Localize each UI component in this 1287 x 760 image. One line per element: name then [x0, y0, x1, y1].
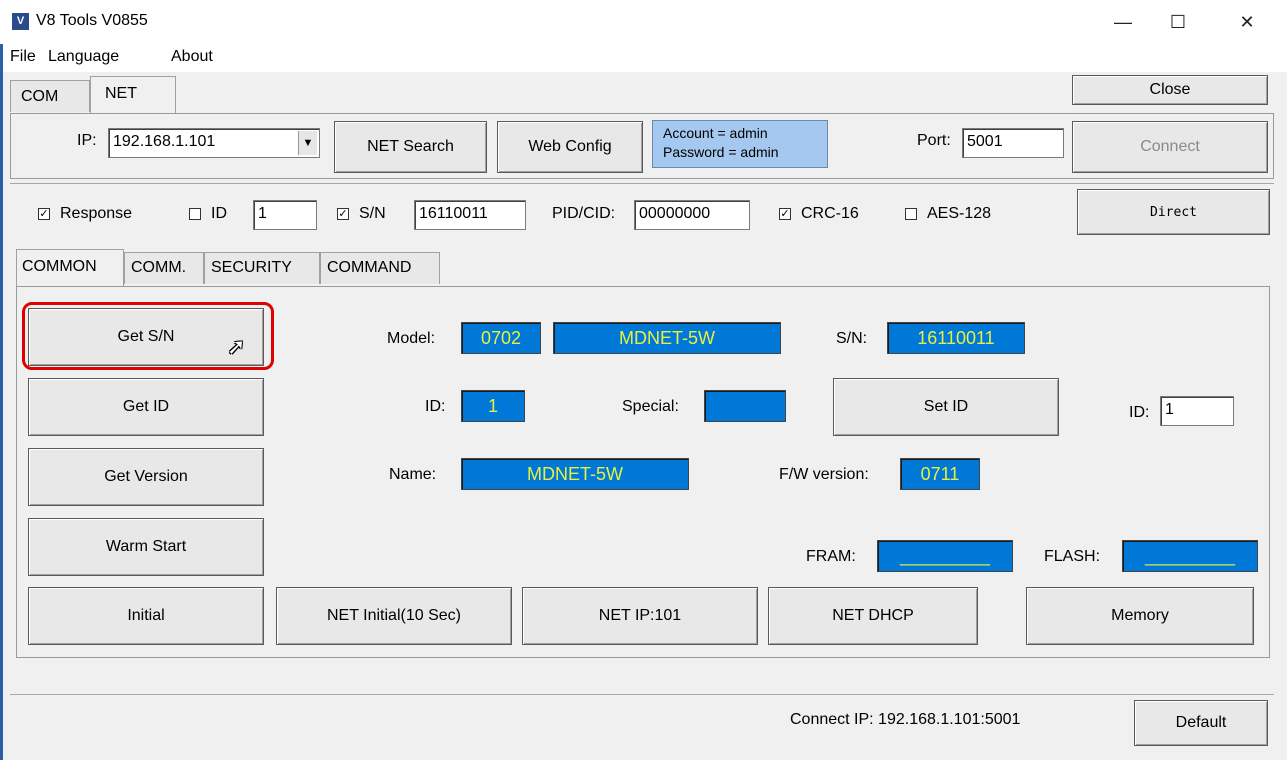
special-value	[704, 390, 786, 422]
menu-language[interactable]: Language	[48, 48, 119, 66]
set-id-button[interactable]: Set ID	[833, 378, 1059, 436]
sn-option-label: S/N	[359, 205, 386, 222]
separator	[10, 183, 1274, 184]
chevron-down-icon[interactable]: ▼	[298, 131, 317, 155]
account-info-box: Account = admin Password = admin	[652, 120, 828, 168]
connect-button[interactable]: Connect	[1072, 121, 1268, 173]
ip-value: 192.168.1.101	[113, 133, 216, 150]
tab-common-label: COMMON	[22, 258, 97, 275]
tab-com-label: COM	[21, 88, 59, 105]
initial-button[interactable]: Initial	[28, 587, 264, 645]
close-window-button[interactable]: ✕	[1224, 6, 1270, 38]
menu-about[interactable]: About	[171, 48, 213, 66]
pidcid-label: PID/CID:	[552, 205, 616, 222]
ip-label: IP:	[77, 132, 97, 149]
response-checkbox[interactable]: ✓	[38, 208, 50, 220]
password-line: Password = admin	[663, 144, 779, 160]
crc-checkbox[interactable]: ✓	[779, 208, 791, 220]
tab-net-label: NET	[105, 85, 137, 102]
connect-ip-status: Connect IP: 192.168.1.101:5001	[790, 711, 1021, 728]
id-option-input[interactable]: 1	[253, 200, 317, 230]
port-label: Port:	[917, 132, 951, 149]
id-label: ID:	[425, 398, 446, 415]
response-label: Response	[60, 205, 133, 222]
aes-checkbox[interactable]	[905, 208, 917, 220]
tab-net[interactable]: NET	[90, 76, 176, 114]
model-label: Model:	[387, 330, 436, 347]
net-dhcp-button[interactable]: NET DHCP	[768, 587, 978, 645]
tab-command[interactable]: COMMAND	[320, 252, 440, 284]
direct-button[interactable]: Direct	[1077, 189, 1270, 235]
set-id-input[interactable]: 1	[1160, 396, 1234, 426]
net-initial-button[interactable]: NET Initial(10 Sec)	[276, 587, 512, 645]
fram-label: FRAM:	[806, 548, 856, 565]
set-id-label: ID:	[1129, 404, 1150, 421]
minimize-button[interactable]: —	[1100, 6, 1146, 38]
sn-label: S/N:	[836, 330, 868, 347]
ip-combobox[interactable]: 192.168.1.101	[108, 128, 320, 158]
flash-value: _________	[1122, 540, 1258, 572]
sn-checkbox[interactable]: ✓	[337, 208, 349, 220]
model-code-value: 0702	[461, 322, 541, 354]
get-id-button[interactable]: Get ID	[28, 378, 264, 436]
sn-option-input[interactable]: 16110011	[414, 200, 526, 230]
sn-value: 16110011	[887, 322, 1025, 354]
special-label: Special:	[622, 398, 679, 415]
maximize-button[interactable]: ☐	[1155, 6, 1201, 38]
tab-comm[interactable]: COMM.	[124, 252, 204, 284]
crc-label: CRC-16	[801, 205, 859, 222]
id-checkbox[interactable]	[189, 208, 201, 220]
id-option-label: ID	[211, 205, 227, 222]
aes-label: AES-128	[927, 205, 992, 222]
app-icon: V	[12, 13, 29, 30]
name-value: MDNET-5W	[461, 458, 689, 490]
id-value: 1	[461, 390, 525, 422]
account-line: Account = admin	[663, 125, 768, 141]
tab-comm-label: COMM.	[131, 259, 187, 276]
flash-label: FLASH:	[1044, 548, 1101, 565]
tab-com[interactable]: COM	[10, 80, 90, 112]
tab-command-label: COMMAND	[327, 259, 412, 276]
status-separator	[10, 694, 1274, 695]
memory-button[interactable]: Memory	[1026, 587, 1254, 645]
window-title: V8 Tools V0855	[36, 12, 148, 29]
name-label: Name:	[389, 466, 437, 483]
title-bar	[0, 0, 1287, 44]
get-version-button[interactable]: Get Version	[28, 448, 264, 506]
net-search-button[interactable]: NET Search	[334, 121, 487, 173]
net-ip-button[interactable]: NET IP:101	[522, 587, 758, 645]
window-border	[0, 44, 3, 760]
fw-version-value: 0711	[900, 458, 980, 490]
warm-start-button[interactable]: Warm Start	[28, 518, 264, 576]
port-input[interactable]: 5001	[962, 128, 1064, 158]
web-config-button[interactable]: Web Config	[497, 121, 643, 173]
mouse-cursor-icon: ➚	[227, 334, 246, 359]
menu-file[interactable]: File	[10, 48, 36, 66]
default-button[interactable]: Default	[1134, 700, 1268, 746]
model-name-value: MDNET-5W	[553, 322, 781, 354]
fw-version-label: F/W version:	[779, 466, 869, 483]
tab-security[interactable]: SECURITY	[204, 252, 320, 284]
pidcid-input[interactable]: 00000000	[634, 200, 750, 230]
fram-value: _________	[877, 540, 1013, 572]
tab-security-label: SECURITY	[211, 259, 292, 276]
close-button[interactable]: Close	[1072, 75, 1268, 105]
tab-common[interactable]: COMMON	[16, 249, 124, 287]
